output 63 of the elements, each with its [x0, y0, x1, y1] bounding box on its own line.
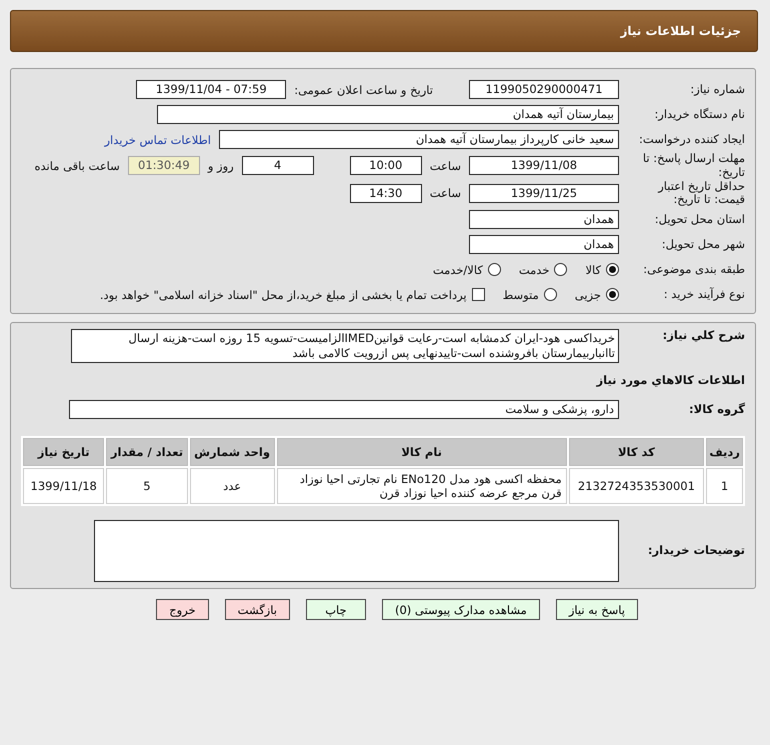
option-label: جزیی: [574, 288, 601, 302]
need-number-field: 1199050290000471: [469, 80, 619, 99]
field-label: گروه كالا:: [688, 402, 745, 417]
option-label: پرداخت تمام یا بخشی از مبلغ خرید،از محل "اسناد خزانه اسلامی" خواهد بود.: [100, 288, 467, 302]
announce-date-field: 1399/11/04 - 07:59: [136, 80, 286, 99]
field-label: ساعت: [430, 186, 461, 200]
field-label: مهلت ارسال پاسخ: تا تاریخ:: [642, 152, 745, 180]
table-cell: 2132724353530001: [568, 468, 704, 504]
field-label: ایجاد کننده درخواست:: [638, 132, 745, 146]
radio-button[interactable]: [488, 263, 501, 276]
goods-group-field: دارو، پزشکی و سلامت: [69, 400, 619, 420]
column-header: نام کالا: [276, 438, 567, 466]
city-field: همدان: [469, 235, 619, 254]
field-label: شماره نیاز:: [689, 82, 745, 96]
deadline-date-field: 1399/11/08: [469, 156, 619, 176]
field-label: شهر محل تحویل:: [660, 238, 745, 252]
description-field: خریداکسی هود-ایران کدمشابه است-رعایت قوانینIMEDالزامیست-تسویه 15 روزه است-هزینه ارسال تاانباربیمارستان بافروشنده است-تاییدنهایی پس ازرویت کالامی باشد: [71, 329, 619, 364]
validity-time-field: 14:30: [350, 184, 422, 203]
remaining-time-field: 01:30:49: [128, 156, 200, 176]
action-button[interactable]: پاسخ به نیاز: [556, 599, 638, 620]
field-label: طبقه بندی موضوعی:: [642, 262, 745, 277]
radio-button[interactable]: [606, 288, 619, 302]
page-title: جزئیات اطلاعات نیاز: [620, 24, 741, 38]
column-header: ردیف: [706, 438, 743, 466]
table-cell: 1: [706, 468, 743, 504]
column-header: کد کالا: [568, 438, 704, 466]
action-button[interactable]: بازگشت: [224, 599, 290, 620]
column-header: تاریخ نیاز: [23, 438, 104, 466]
field-label: توضیحات خریدار:: [646, 544, 745, 558]
checkbox[interactable]: [472, 288, 485, 302]
field-label: ساعت: [430, 158, 461, 173]
province-field: همدان: [469, 210, 619, 230]
option-label: کالا/خدمت: [432, 262, 483, 277]
option-label: کالا: [585, 262, 601, 277]
table-cell: عدد: [190, 468, 275, 504]
field-label: تاریخ و ساعت اعلان عمومی:: [294, 82, 433, 96]
option-label: خدمت: [518, 262, 550, 277]
table-cell: 5: [106, 468, 188, 504]
field-label: ساعت باقی مانده: [34, 158, 120, 173]
section-title: اطلاعات كالاهاي مورد نياز: [595, 372, 745, 390]
column-header: تعداد / مقدار: [106, 438, 188, 466]
buyer-contact-link[interactable]: اطلاعات تماس خریدار: [104, 132, 211, 146]
field-label: نوع فرآیند خرید :: [662, 288, 745, 302]
field-label: استان محل تحویل:: [654, 212, 745, 227]
field-label: روز و: [208, 158, 234, 173]
table-cell: 1399/11/18: [23, 468, 104, 504]
option-label: متوسط: [502, 288, 539, 302]
days-field: 4: [242, 156, 314, 176]
action-button[interactable]: چاپ: [306, 599, 366, 620]
field-label: نام دستگاه خریدار:: [653, 108, 745, 122]
table-cell: محفظه اکسی هود مدل ENo120 نام تجارتی احیا نوزاد قرن مرجع عرضه کننده احیا نوزاد قرن: [276, 468, 567, 504]
column-header: واحد شمارش: [190, 438, 275, 466]
action-button[interactable]: مشاهده مدارک پیوستی (0): [382, 599, 540, 620]
validity-date-field: 1399/11/25: [469, 184, 619, 203]
field-label: شرح كلي نياز:: [662, 329, 745, 343]
radio-button[interactable]: [554, 263, 568, 276]
buyer-field: بیمارستان آتیه همدان: [157, 105, 619, 124]
deadline-time-field: 10:00: [350, 156, 422, 176]
creator-field: سعید خانی کارپرداز بیمارستان آتیه همدان: [219, 130, 619, 149]
field-label: حداقل تاریخ اعتبار قیمت: تا تاریخ:: [656, 180, 745, 208]
radio-button[interactable]: [606, 263, 619, 276]
radio-button[interactable]: [544, 288, 557, 302]
action-button[interactable]: خروج: [156, 599, 209, 620]
